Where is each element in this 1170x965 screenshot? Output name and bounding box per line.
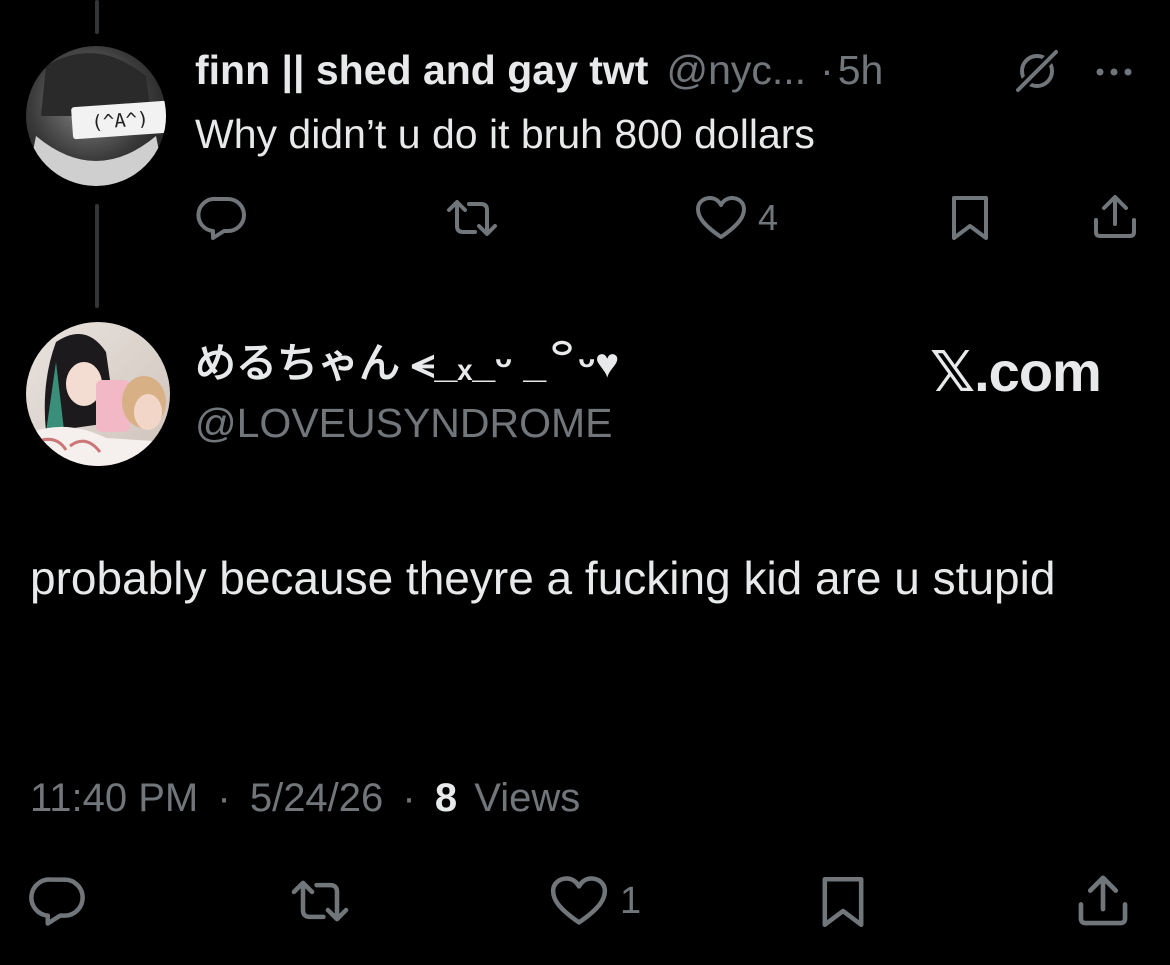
share-icon — [1094, 195, 1136, 238]
parent-display-name[interactable]: finn || shed and gay twt — [195, 44, 648, 96]
main-handle[interactable]: @LOVEUSYNDROME — [195, 396, 613, 450]
reply-icon — [29, 877, 85, 926]
main-reply-button[interactable] — [28, 874, 90, 928]
views-label: Views — [474, 776, 581, 820]
bookmark-icon — [952, 196, 988, 240]
avatar-face-text: (^A^) — [91, 108, 150, 134]
parent-like-button[interactable]: 4 — [694, 194, 778, 242]
reply-icon — [196, 196, 246, 240]
like-icon — [550, 876, 608, 925]
main-like-count: 1 — [620, 879, 642, 922]
parent-dot-separator: · — [820, 47, 834, 93]
main-like-button[interactable]: 1 — [548, 874, 641, 928]
main-retweet-button[interactable] — [286, 876, 354, 926]
parent-tweet-header: finn || shed and gay twt @nyc... · 5h — [195, 44, 883, 96]
meta-separator: · — [217, 776, 231, 820]
x-com-logo: 𝕏.com — [930, 340, 1102, 403]
like-icon — [696, 196, 746, 239]
main-tweet-text: probably because theyre a fucking kid ar… — [30, 552, 1056, 604]
parent-retweet-button[interactable] — [442, 196, 502, 240]
tweet-meta: 11:40 PM · 5/24/26 · 8 Views — [30, 770, 580, 826]
retweet-icon — [447, 200, 497, 236]
parent-share-button[interactable] — [1090, 192, 1140, 242]
parent-reply-button[interactable] — [196, 194, 250, 242]
main-bookmark-button[interactable] — [818, 874, 868, 930]
more-icon[interactable] — [1088, 52, 1140, 92]
thread-line-bottom — [95, 204, 99, 308]
thread-line-top — [95, 0, 99, 34]
parent-avatar[interactable]: (^A^) — [26, 46, 166, 186]
main-avatar[interactable] — [26, 322, 170, 466]
parent-handle[interactable]: @nyc... — [666, 44, 806, 96]
grok-icon[interactable] — [1012, 46, 1062, 96]
views-count: 8 — [434, 776, 458, 820]
share-icon — [1078, 875, 1128, 926]
parent-bookmark-button[interactable] — [948, 194, 992, 242]
bookmark-icon — [822, 877, 864, 927]
parent-like-count: 4 — [758, 197, 779, 238]
main-share-button[interactable] — [1074, 872, 1132, 930]
tweet-time[interactable]: 11:40 PM — [30, 776, 198, 820]
parent-timestamp[interactable]: 5h — [838, 44, 884, 96]
meta-separator: · — [402, 776, 416, 820]
parent-tweet-text: Why didn’t u do it bruh 800 dollars — [195, 111, 815, 157]
tweet-date[interactable]: 5/24/26 — [250, 776, 383, 820]
main-display-name[interactable]: めるちゃん ⪪_ₓ_ᵕ _꒪ᵕ♥ — [195, 336, 619, 390]
retweet-icon — [291, 880, 349, 922]
